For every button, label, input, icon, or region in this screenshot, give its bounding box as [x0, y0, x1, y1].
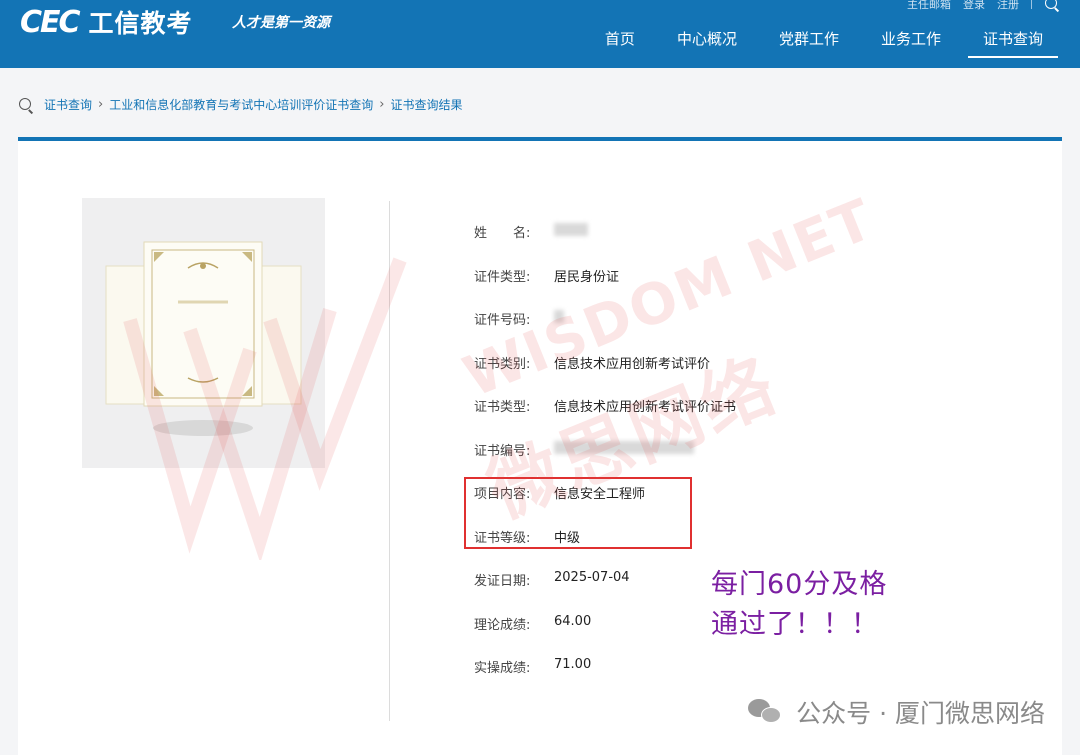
register-link[interactable]: 注册 [997, 0, 1019, 12]
footer-brand: 公众号 · 厦门微思网络 [748, 694, 1045, 730]
logo-mark: CEC [20, 4, 81, 40]
mail-link[interactable]: 主任邮箱 [907, 0, 951, 12]
nav-home[interactable]: 首页 [584, 28, 656, 60]
field-label: 证件号码: [474, 313, 531, 328]
handwritten-annotation: 每门60分及格 通过了！！！ [711, 565, 887, 645]
field-label: 证书类型: [474, 400, 531, 415]
field-value: 64.00 [554, 613, 592, 629]
annotation-line: 每门60分及格 [711, 569, 888, 600]
field-value: 2025-07-04 [554, 570, 630, 585]
field-id-number: 证件号码: [474, 309, 736, 353]
field-label: 证件类型: [474, 269, 531, 285]
main-nav: 首页 中心概况 党群工作 业务工作 证书查询 [584, 28, 1064, 60]
login-link[interactable]: 登录 [963, 0, 985, 12]
field-value-redacted [554, 309, 564, 353]
field-label: 实操成绩: [474, 661, 531, 676]
annotation-line: 通过了！！！ [711, 609, 879, 640]
field-label: 姓 名: [474, 226, 531, 241]
nav-business[interactable]: 业务工作 [860, 28, 962, 60]
field-cert-category: 证书类别: 信息技术应用创新考试评价 [474, 353, 736, 397]
field-issue-date: 发证日期: 2025-07-04 [474, 570, 736, 614]
field-label: 发证日期: [474, 574, 531, 589]
nav-party-work[interactable]: 党群工作 [758, 28, 860, 60]
certificate-image [105, 241, 302, 436]
field-id-type: 证件类型: 居民身份证 [474, 266, 736, 310]
site-header: CEC 工信教考 人才是第一资源 主任邮箱 登录 注册 首页 中心概况 党群工作… [0, 0, 1080, 68]
field-name: 姓 名: [474, 222, 736, 266]
field-value: 信息技术应用创新考试评价证书 [554, 400, 737, 415]
site-logo[interactable]: CEC 工信教考 [20, 4, 193, 40]
field-value: 信息技术应用创新考试评价 [554, 356, 711, 372]
breadcrumb-item: 证书查询结果 [390, 98, 463, 112]
logo-text: 工信教考 [88, 9, 193, 38]
nav-center-overview[interactable]: 中心概况 [656, 28, 758, 60]
search-icon[interactable] [1044, 0, 1060, 12]
result-fields: 姓 名: 证件类型: 居民身份证 证件号码: 证书类别: 信息技术应用创新考试评… [474, 222, 736, 701]
breadcrumb-item[interactable]: 工业和信息化部教育与考试中心培训评价证书查询 [109, 96, 373, 113]
breadcrumb: 证书查询 › 工业和信息化部教育与考试中心培训评价证书查询 › 证书查询结果 [18, 96, 462, 113]
result-card: 姓 名: 证件类型: 居民身份证 证件号码: 证书类别: 信息技术应用创新考试评… [18, 137, 1062, 755]
field-practice-score: 实操成绩: 71.00 [474, 657, 736, 701]
chevron-right-icon: › [98, 97, 104, 112]
search-icon [18, 97, 34, 113]
field-theory-score: 理论成绩: 64.00 [474, 614, 736, 658]
chevron-right-icon: › [379, 97, 385, 112]
divider [1031, 0, 1032, 9]
vertical-divider [389, 201, 390, 721]
highlight-box [464, 477, 692, 549]
field-value: 71.00 [554, 657, 592, 672]
wechat-icon [748, 699, 782, 725]
top-links: 主任邮箱 登录 注册 [907, 0, 1060, 12]
field-cert-type: 证书类型: 信息技术应用创新考试评价证书 [474, 396, 736, 440]
field-value-redacted [554, 222, 588, 266]
field-value: 居民身份证 [554, 269, 620, 285]
slogan: 人才是第一资源 [232, 15, 330, 31]
field-label: 证书类别: [474, 356, 531, 372]
field-label: 理论成绩: [474, 617, 531, 633]
nav-cert-query[interactable]: 证书查询 [962, 28, 1064, 60]
breadcrumb-item[interactable]: 证书查询 [44, 96, 92, 113]
brand-text: 公众号 · 厦门微思网络 [796, 699, 1045, 728]
certificate-thumbnail [82, 198, 325, 468]
